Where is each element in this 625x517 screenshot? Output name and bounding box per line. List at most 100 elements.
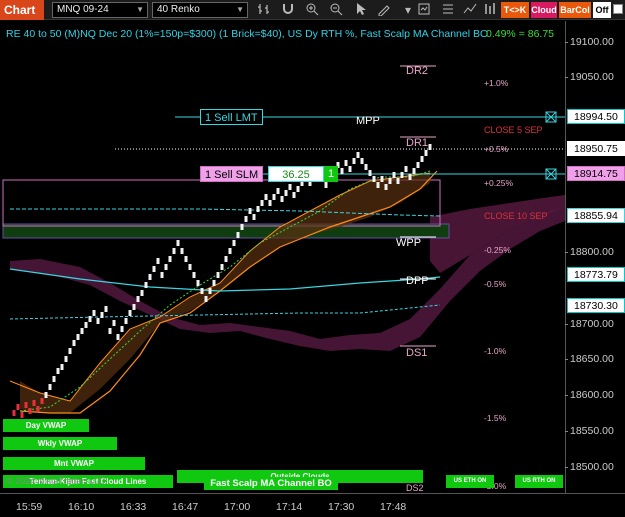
- us-eth-on-button[interactable]: US ETH ON: [446, 475, 494, 488]
- renko-brick: [12, 410, 16, 416]
- tenkan-kijun-toggle-button[interactable]: T<>K: [501, 2, 529, 18]
- renko-brick: [160, 272, 164, 278]
- renko-brick: [256, 206, 260, 212]
- pct-plus-1: +1.0%: [484, 78, 509, 88]
- close-5-sep-label: CLOSE 5 SEP: [484, 125, 543, 135]
- pct-minus-1: -1.0%: [484, 346, 507, 356]
- renko-brick: [88, 316, 92, 322]
- properties-icon[interactable]: [440, 2, 456, 18]
- level-ds1: DS1: [406, 347, 428, 359]
- renko-brick: [352, 158, 356, 164]
- renko-brick: [192, 272, 196, 278]
- renko-brick: [372, 176, 376, 182]
- pct-minus-15: -1.5%: [484, 413, 507, 423]
- drawing-tool-icon[interactable]: [376, 2, 392, 18]
- price-tick: 19050.00: [565, 71, 614, 83]
- interval-selector[interactable]: 40 Renko ▼: [152, 2, 248, 18]
- sell-limit-price-badge: 18994.50: [567, 109, 625, 124]
- renko-brick: [164, 264, 168, 270]
- renko-brick: [252, 214, 256, 220]
- renko-brick: [184, 256, 188, 262]
- fast-scalp-ma-button[interactable]: Fast Scalp MA Channel BO: [204, 477, 338, 490]
- dpp-price-badge: 18773.79: [567, 267, 625, 282]
- renko-brick: [200, 288, 204, 294]
- us-rth-on-button[interactable]: US RTH ON: [515, 475, 563, 488]
- pct-minus-025: -0.25%: [484, 245, 511, 255]
- renko-brick: [296, 186, 300, 192]
- pointer-icon[interactable]: [352, 2, 368, 18]
- chart-plot-area[interactable]: RE 40 to 50 (M)NQ Dec 20 (1%=150p=$300) …: [0, 21, 565, 493]
- interval-value: 40 Renko: [157, 4, 200, 15]
- renko-brick: [52, 376, 56, 382]
- zoom-out-icon[interactable]: [328, 2, 344, 18]
- cloud-toggle-button[interactable]: Cloud: [531, 2, 557, 18]
- renko-brick: [68, 348, 72, 354]
- title-percent-value: 0.49% = 86.75: [486, 28, 555, 40]
- zoom-in-icon[interactable]: [304, 2, 320, 18]
- dropdown-arrow-icon[interactable]: ▾: [400, 2, 416, 18]
- renko-brick: [132, 304, 136, 310]
- day-vwap-button[interactable]: Day VWAP: [3, 419, 89, 432]
- renko-brick: [232, 240, 236, 246]
- instrument-selector[interactable]: MNQ 09-24 ▼: [52, 2, 148, 18]
- renko-brick: [20, 412, 24, 418]
- renko-brick: [48, 384, 52, 390]
- renko-brick: [96, 318, 100, 324]
- renko-brick: [416, 162, 420, 168]
- weekly-vwap-button[interactable]: Wkly VWAP: [3, 437, 117, 450]
- sell-limit-order[interactable]: 1 Sell LMT: [200, 109, 263, 125]
- price-tick: 18550.00: [565, 425, 614, 437]
- time-tick: 17:30: [328, 501, 355, 513]
- time-tick: 16:47: [172, 501, 199, 513]
- sell-stop-market-order[interactable]: 1 Sell SLM: [200, 166, 264, 182]
- copyright-text: © 2024 NinjaTrader, LLC: [6, 476, 106, 486]
- renko-brick: [408, 174, 412, 180]
- renko-brick: [264, 194, 268, 200]
- renko-brick: [156, 258, 160, 264]
- renko-brick: [292, 192, 296, 198]
- level-wpp: WPP: [396, 237, 422, 249]
- strategy-icon[interactable]: [416, 2, 432, 18]
- renko-brick: [404, 166, 408, 172]
- renko-brick: [168, 256, 172, 262]
- renko-brick: [140, 290, 144, 296]
- order-quantity[interactable]: 1: [324, 166, 338, 182]
- renko-brick: [280, 196, 284, 202]
- renko-brick: [64, 356, 68, 362]
- renko-brick: [412, 168, 416, 174]
- renko-brick: [32, 400, 36, 406]
- checkbox-icon[interactable]: [611, 2, 625, 18]
- renko-brick: [72, 340, 76, 346]
- renko-brick: [148, 274, 152, 280]
- price-axis[interactable]: 19100.00 19050.00 18800.00 18700.00 1865…: [565, 21, 625, 493]
- renko-brick: [420, 156, 424, 162]
- chart-window-title: Chart: [0, 0, 44, 20]
- renko-brick: [396, 178, 400, 184]
- pct-plus-05: +0.5%: [484, 144, 509, 154]
- bars-icon[interactable]: [256, 2, 272, 18]
- renko-brick: [112, 320, 116, 326]
- renko-brick: [188, 264, 192, 270]
- pct-plus-025: +0.25%: [484, 178, 514, 188]
- renko-brick: [172, 248, 176, 254]
- time-axis[interactable]: 15:59 16:10 16:33 16:47 17:00 17:14 17:3…: [0, 493, 625, 517]
- renko-brick: [120, 326, 124, 332]
- magnet-icon[interactable]: [280, 2, 296, 18]
- renko-brick: [212, 280, 216, 286]
- off-toggle-button[interactable]: Off: [593, 2, 611, 18]
- renko-brick: [236, 232, 240, 238]
- renko-brick: [364, 164, 368, 170]
- renko-brick: [196, 280, 200, 286]
- renko-brick: [92, 310, 96, 316]
- renko-brick: [244, 216, 248, 222]
- monthly-vwap-button[interactable]: Mnt VWAP: [3, 457, 145, 470]
- data-box-icon[interactable]: [482, 2, 498, 18]
- renko-brick: [284, 190, 288, 196]
- renko-brick: [240, 224, 244, 230]
- renko-brick: [84, 322, 88, 328]
- level-dpp: DPP: [406, 275, 429, 287]
- price-tick: 18600.00: [565, 389, 614, 401]
- barcolor-toggle-button[interactable]: BarCol: [559, 2, 591, 18]
- instrument-value: MNQ 09-24: [57, 4, 109, 15]
- indicators-icon[interactable]: [462, 2, 478, 18]
